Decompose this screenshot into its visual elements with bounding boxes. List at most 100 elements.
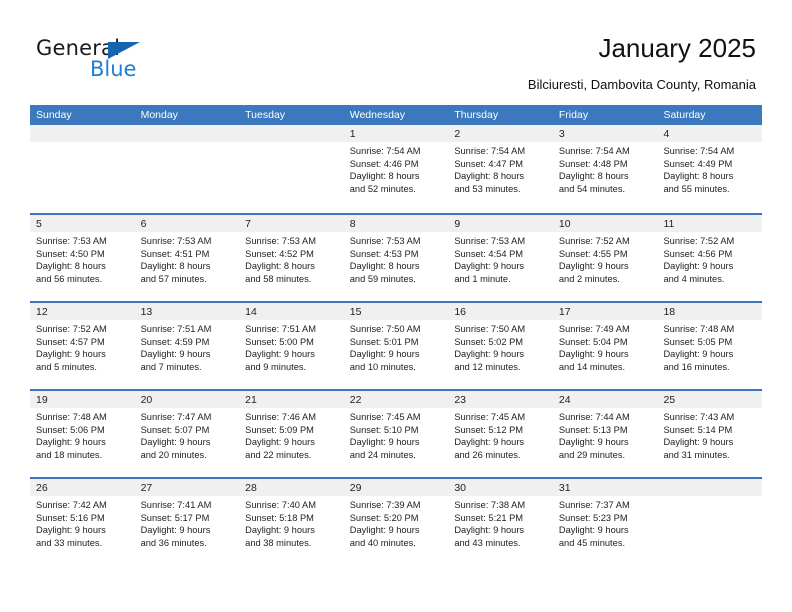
- day-cell[interactable]: 22 Sunrise: 7:45 AM Sunset: 5:10 PM Dayl…: [343, 391, 449, 477]
- weekday-header-saturday: Saturday: [663, 109, 706, 121]
- day-cell[interactable]: 12 Sunrise: 7:52 AM Sunset: 4:57 PM Dayl…: [30, 303, 135, 389]
- daylight-text-line2: and 9 minutes.: [245, 361, 307, 372]
- day-cell[interactable]: 18 Sunrise: 7:48 AM Sunset: 5:05 PM Dayl…: [657, 303, 763, 389]
- day-details: Sunrise: 7:39 AM Sunset: 5:20 PM Dayligh…: [344, 496, 449, 549]
- day-cell[interactable]: [30, 125, 135, 213]
- day-cell[interactable]: [134, 125, 240, 213]
- day-cell[interactable]: 2 Sunrise: 7:54 AM Sunset: 4:47 PM Dayli…: [448, 125, 553, 213]
- sunrise-text: Sunrise: 7:43 AM: [663, 412, 735, 422]
- calendar-week-row: 26 Sunrise: 7:42 AM Sunset: 5:16 PM Dayl…: [30, 477, 763, 565]
- daylight-text-line2: and 12 minutes.: [454, 361, 521, 372]
- daylight-text-line1: Daylight: 9 hours: [245, 349, 315, 360]
- daylight-text-line1: Daylight: 9 hours: [140, 349, 211, 360]
- sunset-text: Sunset: 4:53 PM: [349, 248, 419, 259]
- daylight-text-line1: Daylight: 8 hours: [245, 261, 315, 272]
- calendar-week-row: 1 Sunrise: 7:54 AM Sunset: 4:46 PM Dayli…: [30, 125, 763, 213]
- day-number: 13: [134, 303, 240, 320]
- day-cell[interactable]: 7 Sunrise: 7:53 AM Sunset: 4:52 PM Dayli…: [239, 215, 344, 301]
- day-number: 25: [657, 391, 763, 408]
- sunset-text: Sunset: 5:17 PM: [140, 512, 210, 523]
- day-cell[interactable]: 23 Sunrise: 7:45 AM Sunset: 5:12 PM Dayl…: [448, 391, 553, 477]
- daylight-text-line1: Daylight: 9 hours: [36, 525, 106, 536]
- sunrise-text: Sunrise: 7:54 AM: [349, 146, 421, 156]
- day-cell[interactable]: 16 Sunrise: 7:50 AM Sunset: 5:02 PM Dayl…: [448, 303, 553, 389]
- daylight-text-line1: Daylight: 9 hours: [245, 437, 315, 448]
- daylight-text-line1: Daylight: 9 hours: [454, 261, 525, 272]
- sunrise-text: Sunrise: 7:53 AM: [349, 236, 421, 246]
- day-details: Sunrise: 7:53 AM Sunset: 4:51 PM Dayligh…: [135, 232, 240, 285]
- day-details: Sunrise: 7:54 AM Sunset: 4:46 PM Dayligh…: [344, 142, 449, 195]
- weekday-header-tuesday: Tuesday: [245, 109, 286, 121]
- sunrise-text: Sunrise: 7:42 AM: [36, 500, 107, 510]
- day-cell[interactable]: 5 Sunrise: 7:53 AM Sunset: 4:50 PM Dayli…: [30, 215, 135, 301]
- day-number: 2: [448, 125, 553, 142]
- day-cell[interactable]: [239, 125, 344, 213]
- sunrise-text: Sunrise: 7:40 AM: [245, 500, 316, 510]
- sunrise-text: Sunrise: 7:41 AM: [140, 500, 212, 510]
- day-cell[interactable]: 8 Sunrise: 7:53 AM Sunset: 4:53 PM Dayli…: [343, 215, 449, 301]
- daylight-text-line2: and 56 minutes.: [36, 273, 103, 284]
- day-cell[interactable]: 29 Sunrise: 7:39 AM Sunset: 5:20 PM Dayl…: [343, 479, 449, 565]
- day-cell[interactable]: 25 Sunrise: 7:43 AM Sunset: 5:14 PM Dayl…: [657, 391, 763, 477]
- day-number: 18: [657, 303, 763, 320]
- daylight-text-line2: and 53 minutes.: [454, 183, 521, 194]
- day-cell[interactable]: 17 Sunrise: 7:49 AM Sunset: 5:04 PM Dayl…: [552, 303, 658, 389]
- brand-logo[interactable]: General Blue: [36, 36, 206, 82]
- sunset-text: Sunset: 5:16 PM: [36, 512, 105, 523]
- day-number: [134, 125, 240, 142]
- sunrise-text: Sunrise: 7:53 AM: [245, 236, 316, 246]
- day-cell[interactable]: 27 Sunrise: 7:41 AM Sunset: 5:17 PM Dayl…: [134, 479, 240, 565]
- day-cell[interactable]: 24 Sunrise: 7:44 AM Sunset: 5:13 PM Dayl…: [552, 391, 658, 477]
- sunset-text: Sunset: 5:21 PM: [454, 512, 524, 523]
- day-cell[interactable]: 20 Sunrise: 7:47 AM Sunset: 5:07 PM Dayl…: [134, 391, 240, 477]
- day-cell[interactable]: 15 Sunrise: 7:50 AM Sunset: 5:01 PM Dayl…: [343, 303, 449, 389]
- sunrise-text: Sunrise: 7:51 AM: [140, 324, 212, 334]
- day-cell[interactable]: 21 Sunrise: 7:46 AM Sunset: 5:09 PM Dayl…: [239, 391, 344, 477]
- day-cell[interactable]: 30 Sunrise: 7:38 AM Sunset: 5:21 PM Dayl…: [448, 479, 553, 565]
- day-cell[interactable]: 14 Sunrise: 7:51 AM Sunset: 5:00 PM Dayl…: [239, 303, 344, 389]
- daylight-text-line2: and 29 minutes.: [558, 449, 626, 460]
- day-details: Sunrise: 7:51 AM Sunset: 5:00 PM Dayligh…: [239, 320, 344, 373]
- daylight-text-line2: and 38 minutes.: [245, 537, 312, 548]
- day-cell[interactable]: 28 Sunrise: 7:40 AM Sunset: 5:18 PM Dayl…: [239, 479, 344, 565]
- day-cell[interactable]: 9 Sunrise: 7:53 AM Sunset: 4:54 PM Dayli…: [448, 215, 553, 301]
- day-details: Sunrise: 7:42 AM Sunset: 5:16 PM Dayligh…: [30, 496, 135, 549]
- daylight-text-line2: and 59 minutes.: [349, 273, 416, 284]
- sunset-text: Sunset: 5:18 PM: [245, 512, 314, 523]
- day-cell[interactable]: 4 Sunrise: 7:54 AM Sunset: 4:49 PM Dayli…: [657, 125, 763, 213]
- daylight-text-line2: and 22 minutes.: [245, 449, 312, 460]
- daylight-text-line1: Daylight: 9 hours: [454, 437, 525, 448]
- day-cell[interactable]: 31 Sunrise: 7:37 AM Sunset: 5:23 PM Dayl…: [552, 479, 658, 565]
- day-cell[interactable]: 3 Sunrise: 7:54 AM Sunset: 4:48 PM Dayli…: [552, 125, 658, 213]
- sunrise-text: Sunrise: 7:44 AM: [558, 412, 630, 422]
- day-cell[interactable]: 26 Sunrise: 7:42 AM Sunset: 5:16 PM Dayl…: [30, 479, 135, 565]
- sunrise-text: Sunrise: 7:54 AM: [454, 146, 526, 156]
- sunrise-text: Sunrise: 7:37 AM: [558, 500, 630, 510]
- daylight-text-line1: Daylight: 8 hours: [36, 261, 106, 272]
- sunrise-text: Sunrise: 7:50 AM: [454, 324, 526, 334]
- day-cell[interactable]: 19 Sunrise: 7:48 AM Sunset: 5:06 PM Dayl…: [30, 391, 135, 477]
- day-cell[interactable]: 1 Sunrise: 7:54 AM Sunset: 4:46 PM Dayli…: [343, 125, 449, 213]
- day-details: Sunrise: 7:53 AM Sunset: 4:54 PM Dayligh…: [448, 232, 553, 285]
- daylight-text-line2: and 1 minute.: [454, 273, 511, 284]
- daylight-text-line1: Daylight: 9 hours: [558, 437, 629, 448]
- weekday-header-friday: Friday: [558, 109, 589, 121]
- day-cell[interactable]: 10 Sunrise: 7:52 AM Sunset: 4:55 PM Dayl…: [552, 215, 658, 301]
- day-cell[interactable]: 6 Sunrise: 7:53 AM Sunset: 4:51 PM Dayli…: [134, 215, 240, 301]
- day-details: Sunrise: 7:49 AM Sunset: 5:04 PM Dayligh…: [553, 320, 658, 373]
- day-cell[interactable]: 11 Sunrise: 7:52 AM Sunset: 4:56 PM Dayl…: [657, 215, 763, 301]
- daylight-text-line1: Daylight: 8 hours: [349, 171, 420, 182]
- day-number: 8: [343, 215, 449, 232]
- sunrise-text: Sunrise: 7:51 AM: [245, 324, 316, 334]
- sunrise-text: Sunrise: 7:39 AM: [349, 500, 421, 510]
- page-header: General Blue January 2025 Bilciuresti, D…: [0, 0, 792, 104]
- sunset-text: Sunset: 4:55 PM: [558, 248, 628, 259]
- daylight-text-line1: Daylight: 9 hours: [349, 525, 420, 536]
- sunset-text: Sunset: 5:06 PM: [36, 424, 105, 435]
- sunset-text: Sunset: 4:49 PM: [663, 158, 733, 169]
- day-details: Sunrise: 7:45 AM Sunset: 5:10 PM Dayligh…: [344, 408, 449, 461]
- day-cell[interactable]: 13 Sunrise: 7:51 AM Sunset: 4:59 PM Dayl…: [134, 303, 240, 389]
- day-cell[interactable]: [657, 479, 763, 565]
- day-number: 28: [239, 479, 344, 496]
- daylight-text-line2: and 20 minutes.: [140, 449, 207, 460]
